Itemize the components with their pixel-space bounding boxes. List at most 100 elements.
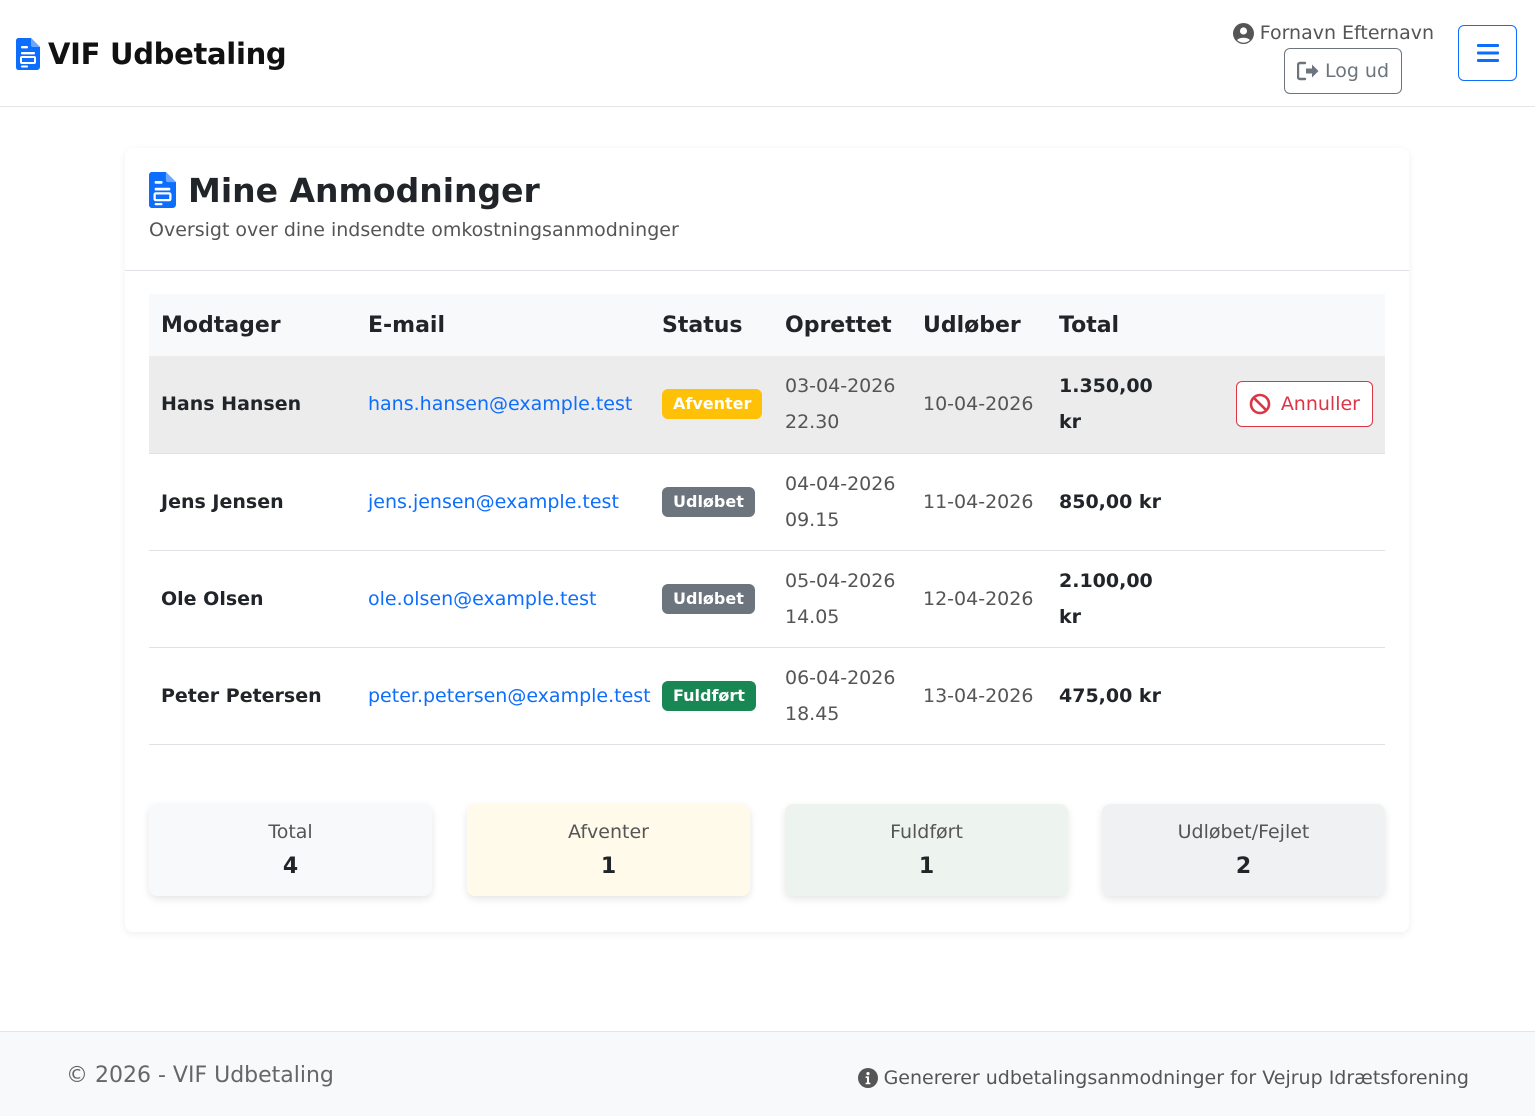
status-cell: Udløbet [650, 550, 773, 648]
user-name: Fornavn Efternavn [1259, 22, 1434, 44]
expires-date: 13-04-2026 [911, 647, 1047, 745]
ban-icon [1249, 393, 1271, 415]
email-link[interactable]: ole.olsen@example.test [368, 588, 596, 610]
created-date: 03-04-2026 [785, 375, 896, 398]
total-cell: 2.100,00 kr [1047, 550, 1223, 648]
email-link[interactable]: jens.jensen@example.test [368, 491, 619, 513]
cancel-label: Annuller [1280, 393, 1360, 416]
total-currency: kr [1059, 605, 1082, 628]
stat-card-pending: Afventer 1 [467, 804, 750, 896]
created-time: 09.15 [785, 508, 840, 531]
expires-date: 12-04-2026 [911, 550, 1047, 648]
total-currency: kr [1059, 411, 1082, 434]
actions-cell [1223, 647, 1385, 745]
card-header: Mine Anmodninger Oversigt over dine inds… [125, 148, 1409, 271]
created-time: 22.30 [785, 411, 840, 434]
actions-cell [1223, 550, 1385, 648]
page-title-text: Mine Anmodninger [188, 170, 540, 210]
stat-value: 4 [282, 854, 299, 879]
created-date: 04-04-2026 [785, 472, 896, 495]
created-cell: 03-04-2026 22.30 [773, 356, 911, 454]
user-info: Fornavn Efternavn [1232, 20, 1434, 46]
email-cell: hans.hansen@example.test [356, 356, 650, 454]
total-amount: 850,00 kr [1059, 490, 1161, 513]
column-header-expires: Udløber [911, 294, 1047, 356]
created-cell: 06-04-2026 18.45 [773, 647, 911, 745]
status-badge: Udløbet [662, 486, 755, 517]
logout-label: Log ud [1324, 60, 1390, 82]
stat-card-completed: Fuldført 1 [785, 804, 1068, 896]
requests-table: Modtager E-mail Status Oprettet Udløber … [149, 294, 1385, 745]
total-cell: 1.350,00 kr [1047, 356, 1223, 454]
stat-label: Total [268, 821, 313, 843]
column-header-total: Total [1047, 294, 1223, 356]
table-row: Peter Petersen peter.petersen@example.te… [149, 647, 1385, 745]
actions-cell [1223, 453, 1385, 551]
brand-link[interactable]: VIF Udbetaling [16, 34, 287, 74]
logout-button[interactable]: Log ud [1284, 48, 1402, 94]
stat-value: 1 [600, 854, 617, 879]
email-cell: ole.olsen@example.test [356, 550, 650, 648]
column-header-email: E-mail [356, 294, 650, 356]
footer: © 2026 - VIF Udbetaling Genererer udbeta… [0, 1031, 1535, 1116]
email-cell: jens.jensen@example.test [356, 453, 650, 551]
hamburger-menu-icon [1476, 44, 1499, 62]
file-document-icon [16, 38, 40, 70]
file-document-icon [149, 172, 176, 208]
status-badge: Fuldført [662, 680, 756, 711]
column-header-actions [1223, 294, 1385, 356]
stat-card-total: Total 4 [149, 804, 432, 896]
created-date: 05-04-2026 [785, 569, 896, 592]
status-cell: Afventer [650, 356, 773, 454]
email-link[interactable]: hans.hansen@example.test [368, 393, 632, 415]
footer-info: Genererer udbetalingsanmodninger for Vej… [857, 1065, 1469, 1091]
table-header-row: Modtager E-mail Status Oprettet Udløber … [149, 294, 1385, 356]
stat-value: 2 [1235, 854, 1252, 879]
recipient-name: Peter Petersen [149, 647, 356, 745]
brand-name: VIF Udbetaling [48, 37, 287, 71]
table-row: Ole Olsen ole.olsen@example.test Udløbet… [149, 550, 1385, 648]
total-cell: 475,00 kr [1047, 647, 1223, 745]
recipient-name: Ole Olsen [149, 550, 356, 648]
email-cell: peter.petersen@example.test [356, 647, 651, 745]
email-link[interactable]: peter.petersen@example.test [368, 685, 651, 707]
sign-out-icon [1296, 61, 1319, 81]
page-title: Mine Anmodninger [149, 168, 540, 212]
status-cell: Udløbet [650, 453, 773, 551]
column-header-created: Oprettet [773, 294, 911, 356]
created-cell: 05-04-2026 14.05 [773, 550, 911, 648]
user-circle-icon [1232, 22, 1254, 44]
total-amount: 1.350,00 [1059, 375, 1153, 398]
table-row: Jens Jensen jens.jensen@example.test Udl… [149, 453, 1385, 551]
table-row: Hans Hansen hans.hansen@example.test Afv… [149, 356, 1385, 454]
created-cell: 04-04-2026 09.15 [773, 453, 911, 551]
expires-date: 11-04-2026 [911, 453, 1047, 551]
info-circle-icon [857, 1068, 878, 1088]
stat-label: Udløbet/Fejlet [1177, 821, 1310, 843]
column-header-recipient: Modtager [149, 294, 356, 356]
recipient-name: Hans Hansen [149, 356, 356, 454]
page-subtitle: Oversigt over dine indsendte omkostnings… [149, 219, 679, 241]
status-badge: Udløbet [662, 583, 755, 614]
stat-value: 1 [918, 854, 935, 879]
total-cell: 850,00 kr [1047, 453, 1223, 551]
created-time: 14.05 [785, 605, 840, 628]
stat-card-expired-failed: Udløbet/Fejlet 2 [1102, 804, 1385, 896]
status-badge: Afventer [662, 389, 763, 420]
column-header-status: Status [650, 294, 773, 356]
total-amount: 475,00 kr [1059, 684, 1161, 707]
status-cell: Fuldført [650, 647, 773, 745]
footer-info-text: Genererer udbetalingsanmodninger for Vej… [883, 1067, 1469, 1089]
recipient-name: Jens Jensen [149, 453, 356, 551]
navbar: VIF Udbetaling Fornavn Efternavn Log ud [0, 0, 1535, 107]
total-amount: 2.100,00 [1059, 569, 1153, 592]
created-time: 18.45 [785, 702, 840, 725]
expires-date: 10-04-2026 [911, 356, 1047, 454]
menu-toggle-button[interactable] [1458, 25, 1517, 81]
cancel-request-button[interactable]: Annuller [1235, 381, 1373, 428]
stat-label: Fuldført [890, 821, 963, 843]
copyright-text: © 2026 - VIF Udbetaling [66, 1063, 334, 1088]
stat-label: Afventer [568, 821, 649, 843]
created-date: 06-04-2026 [785, 666, 896, 689]
actions-cell: Annuller [1223, 356, 1385, 454]
